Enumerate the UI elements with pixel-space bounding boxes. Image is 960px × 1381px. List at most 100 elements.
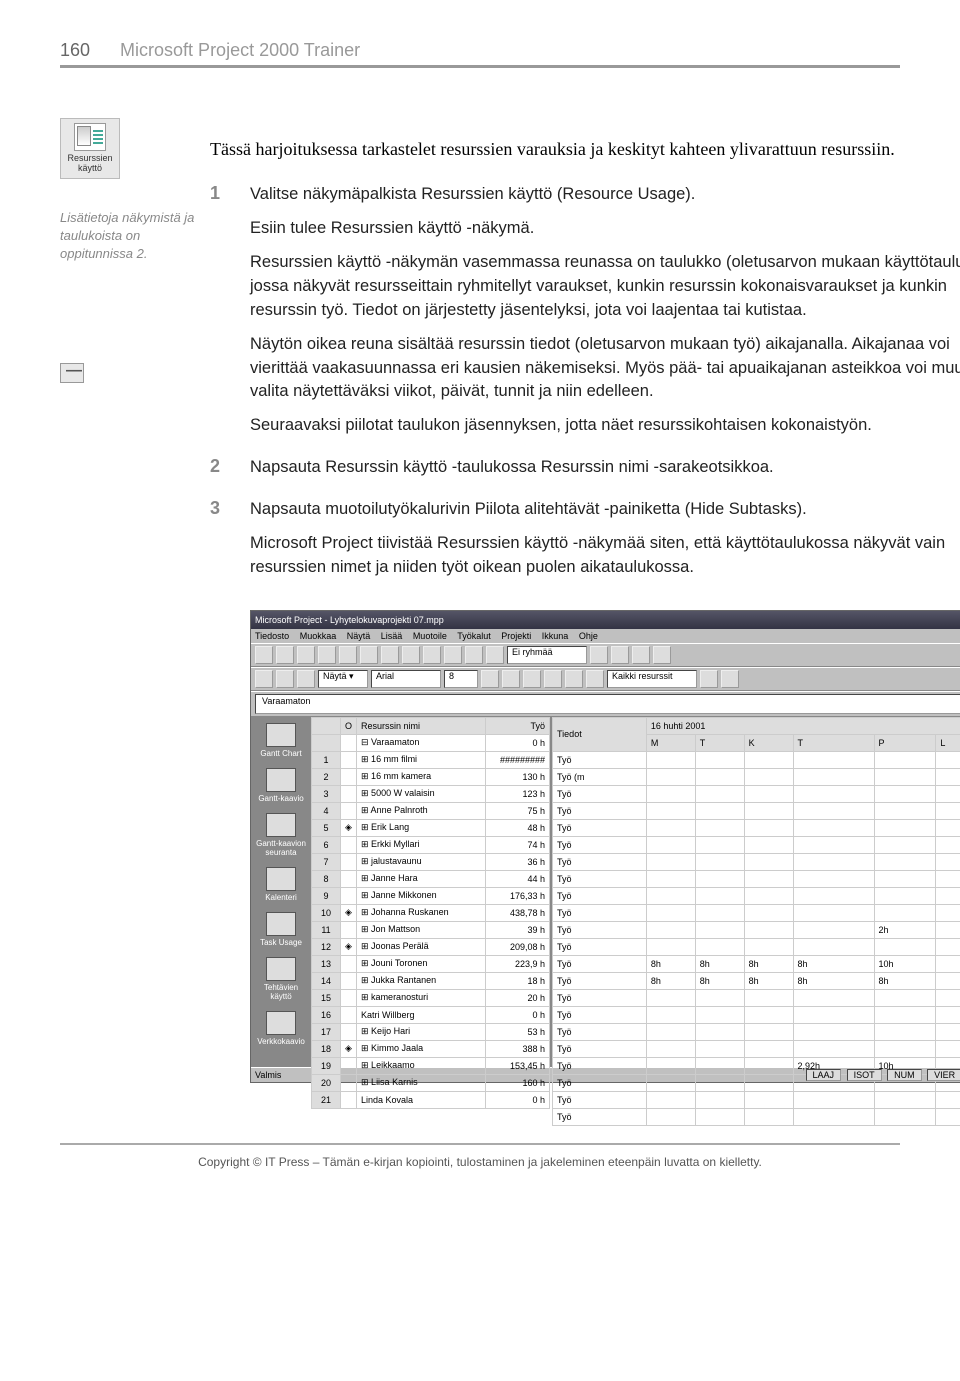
table-row[interactable]: 20⊞ Liisa Karnis160 h <box>312 1074 550 1091</box>
timescale-row[interactable]: Työ (m <box>553 768 960 785</box>
timescale-row[interactable]: Työ <box>553 1023 960 1040</box>
toolbar-button[interactable] <box>465 646 483 664</box>
font-select[interactable]: Arial <box>371 670 441 688</box>
menu-item[interactable]: Tiedosto <box>255 631 289 641</box>
table-row[interactable]: 7⊞ jalustavaunu36 h <box>312 853 550 870</box>
col-header[interactable]: Resurssin nimi <box>357 717 486 734</box>
day-header[interactable]: M <box>646 734 695 751</box>
day-header[interactable]: T <box>793 734 874 751</box>
table-row[interactable]: 11⊞ Jon Mattson39 h <box>312 921 550 938</box>
timescale-row[interactable]: Työ <box>553 785 960 802</box>
menubar[interactable]: Tiedosto Muokkaa Näytä Lisää Muotoile Ty… <box>251 629 960 643</box>
toolbar-button[interactable] <box>255 670 273 688</box>
toolbar-button[interactable] <box>565 670 583 688</box>
toolbar-button[interactable] <box>721 670 739 688</box>
underline-button[interactable] <box>523 670 541 688</box>
viewbar-item[interactable]: Gantt Chart <box>253 721 309 760</box>
timescale-row[interactable]: Työ8h8h8h8h10h <box>553 955 960 972</box>
filter-select[interactable]: Kaikki resurssit <box>607 670 697 688</box>
toolbar-button[interactable] <box>297 646 315 664</box>
toolbar-button[interactable] <box>486 646 504 664</box>
table-row[interactable]: 13⊞ Jouni Toronen223,9 h <box>312 955 550 972</box>
timescale-row[interactable]: Työ8h8h8h8h8h <box>553 972 960 989</box>
menu-item[interactable]: Muotoile <box>413 631 447 641</box>
toolbar-button[interactable] <box>590 646 608 664</box>
size-select[interactable]: 8 <box>444 670 478 688</box>
menu-item[interactable]: Muokkaa <box>300 631 337 641</box>
toolbar-button[interactable] <box>276 646 294 664</box>
group-select[interactable]: Ei ryhmää <box>507 646 587 664</box>
table-row[interactable]: 9⊞ Janne Mikkonen176,33 h <box>312 887 550 904</box>
day-header[interactable]: L <box>936 734 960 751</box>
viewbar-item[interactable]: Task Usage <box>253 910 309 949</box>
timescale-row[interactable]: Työ <box>553 1108 960 1125</box>
toolbar-button[interactable] <box>318 646 336 664</box>
grid-area[interactable]: O Resurssin nimi Työ ⊟ Varaamaton0 h1⊞ 1… <box>311 717 960 1067</box>
toolbar-button[interactable] <box>339 646 357 664</box>
table-row[interactable]: 4⊞ Anne Palnroth75 h <box>312 802 550 819</box>
show-select[interactable]: Näytä ▾ <box>318 670 368 688</box>
table-row[interactable]: 15⊞ kameranosturi20 h <box>312 989 550 1006</box>
table-row[interactable]: 19⊞ Leikkaamo153,45 h <box>312 1057 550 1074</box>
toolbar-button[interactable] <box>700 670 718 688</box>
col-header[interactable]: Työ <box>486 717 550 734</box>
menu-item[interactable]: Lisää <box>381 631 403 641</box>
table-row[interactable]: 18◈⊞ Kimmo Jaala388 h <box>312 1040 550 1057</box>
timescale-row[interactable]: Työ <box>553 751 960 768</box>
viewbar-item[interactable]: Kalenteri <box>253 865 309 904</box>
viewbar-item[interactable]: Tehtävien käyttö <box>253 955 309 1003</box>
viewbar-item[interactable]: Gantt-kaavio <box>253 766 309 805</box>
timescale-grid[interactable]: Tiedot 16 huhti 2001 M T K T P <box>552 717 960 1067</box>
formatting-toolbar[interactable]: Näytä ▾ Arial 8 Kaikki resurssit <box>251 667 960 691</box>
timescale-row[interactable]: Työ <box>553 870 960 887</box>
table-row[interactable]: 5◈⊞ Erik Lang48 h <box>312 819 550 836</box>
resource-table[interactable]: O Resurssin nimi Työ ⊟ Varaamaton0 h1⊞ 1… <box>311 717 552 1067</box>
table-row[interactable]: 12◈⊞ Joonas Perälä209,08 h <box>312 938 550 955</box>
formula-bar[interactable]: Varaamaton <box>251 691 960 717</box>
menu-item[interactable]: Työkalut <box>457 631 491 641</box>
table-row[interactable]: 10◈⊞ Johanna Ruskanen438,78 h <box>312 904 550 921</box>
menu-item[interactable]: Projekti <box>501 631 531 641</box>
toolbar-button[interactable] <box>423 646 441 664</box>
table-row[interactable]: 2⊞ 16 mm kamera130 h <box>312 768 550 785</box>
toolbar-button[interactable] <box>381 646 399 664</box>
timescale-row[interactable]: Työ <box>553 938 960 955</box>
table-row[interactable]: 17⊞ Keijo Hari53 h <box>312 1023 550 1040</box>
timescale-row[interactable]: Työ <box>553 819 960 836</box>
col-header[interactable]: Tiedot <box>553 717 647 751</box>
table-row[interactable]: 21 Linda Kovala0 h <box>312 1091 550 1108</box>
italic-button[interactable] <box>502 670 520 688</box>
timescale-row[interactable]: Työ <box>553 904 960 921</box>
formula-input[interactable]: Varaamaton <box>255 694 960 714</box>
toolbar-button[interactable] <box>632 646 650 664</box>
view-bar[interactable]: Gantt Chart Gantt-kaavio Gantt-kaavion s… <box>251 717 311 1067</box>
table-row[interactable]: 6⊞ Erkki Myllari74 h <box>312 836 550 853</box>
timescale-row[interactable]: Työ <box>553 836 960 853</box>
day-header[interactable]: K <box>744 734 793 751</box>
bold-button[interactable] <box>481 670 499 688</box>
menu-item[interactable]: Ikkuna <box>542 631 569 641</box>
table-row[interactable]: 1⊞ 16 mm filmi######### <box>312 751 550 768</box>
toolbar-button[interactable] <box>544 670 562 688</box>
timescale-row[interactable]: Työ <box>553 989 960 1006</box>
timescale-row[interactable]: Työ <box>553 1091 960 1108</box>
viewbar-item[interactable]: Gantt-kaavion seuranta <box>253 811 309 859</box>
toolbar-button[interactable] <box>360 646 378 664</box>
toolbar-button[interactable] <box>402 646 420 664</box>
col-header[interactable]: O <box>341 717 357 734</box>
toolbar-button[interactable] <box>611 646 629 664</box>
menu-item[interactable]: Ohje <box>579 631 598 641</box>
timescale-row[interactable]: Työ <box>553 887 960 904</box>
table-row[interactable]: ⊟ Varaamaton0 h <box>312 734 550 751</box>
toolbar-button[interactable] <box>297 670 315 688</box>
timescale-row[interactable]: Työ <box>553 802 960 819</box>
toolbar-button[interactable] <box>653 646 671 664</box>
timescale-row[interactable]: Työ2h <box>553 921 960 938</box>
viewbar-item[interactable]: Verkkokaavio <box>253 1009 309 1048</box>
day-header[interactable]: T <box>695 734 744 751</box>
standard-toolbar[interactable]: Ei ryhmää <box>251 643 960 667</box>
menu-item[interactable]: Näytä <box>347 631 371 641</box>
toolbar-button[interactable] <box>444 646 462 664</box>
table-row[interactable]: 8⊞ Janne Hara44 h <box>312 870 550 887</box>
timescale-row[interactable]: Työ <box>553 853 960 870</box>
